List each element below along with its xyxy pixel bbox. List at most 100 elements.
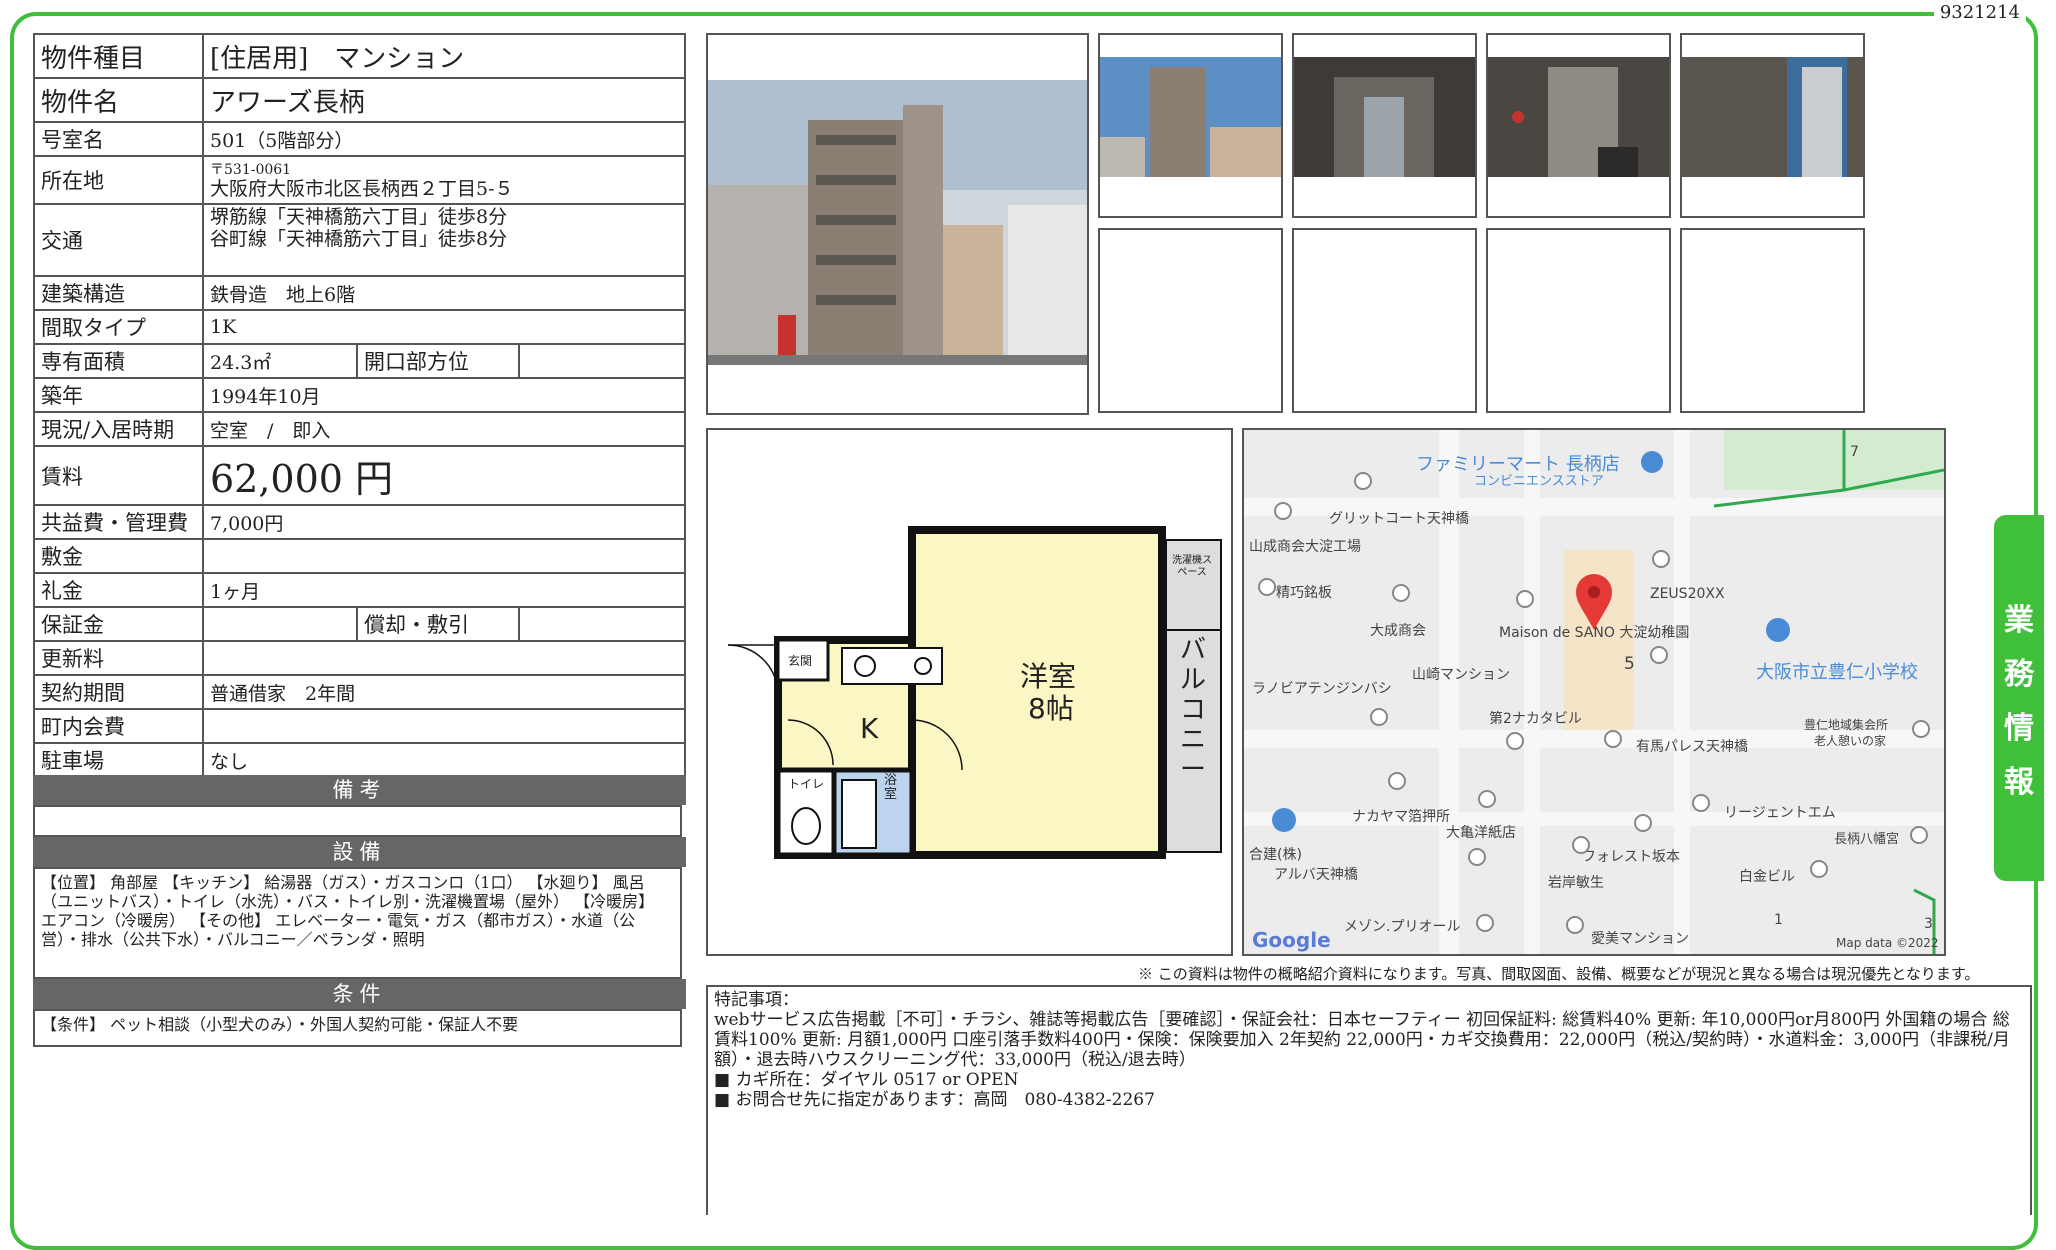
- access-line: 堺筋線「天神橋筋六丁目」徒歩8分: [210, 206, 508, 228]
- guarantee-label: 保証金: [33, 606, 204, 642]
- toilet-label: トイレ: [788, 777, 825, 791]
- entrance-label: 玄関: [788, 654, 813, 668]
- map-pin-icon: [1392, 584, 1410, 602]
- structure-value: 鉄骨造 地上6階: [202, 275, 686, 311]
- thumbnail-photo[interactable]: [1486, 33, 1671, 218]
- map-pin-icon: [1634, 814, 1652, 832]
- parking-value: なし: [202, 742, 686, 778]
- map-attribution: Map data ©2022: [1836, 936, 1939, 950]
- rent-label: 賃料: [33, 445, 204, 506]
- area-value: 24.3㎡: [202, 343, 358, 379]
- map-label: 豊仁地域集会所: [1804, 718, 1889, 732]
- town-fee-label: 町内会費: [33, 708, 204, 744]
- map-label: 長柄八幡宮: [1834, 832, 1900, 847]
- main-building-photo[interactable]: [706, 33, 1089, 415]
- rent-value: 62,000 円: [202, 445, 686, 506]
- access-label: 交通: [33, 203, 204, 277]
- map-pin-icon: [1912, 720, 1930, 738]
- amortization-value: [518, 606, 686, 642]
- thumbnail-photo[interactable]: [1680, 33, 1865, 218]
- fee-value: 7,000円: [202, 504, 686, 540]
- business-info-tab[interactable]: 業 務 情 報: [1994, 515, 2044, 881]
- town-fee-value: [202, 708, 686, 744]
- name-label: 物件名: [33, 77, 204, 123]
- amortization-label: 償却・敷引: [356, 606, 520, 642]
- map-pin-icon: [1370, 708, 1388, 726]
- thumbnail-elevator: [1682, 57, 1863, 177]
- map-pin-icon: [1650, 646, 1668, 664]
- map-label: ZEUS20XX: [1650, 586, 1725, 602]
- map-pin-icon: [1388, 772, 1406, 790]
- map-label: リージェントエム: [1724, 805, 1836, 821]
- thumbnail-corridor: [1488, 57, 1669, 177]
- map-pin-icon: [1478, 790, 1496, 808]
- deposit-value: [202, 538, 686, 574]
- tab-char: 情: [2004, 711, 2034, 746]
- property-info-table: 物件種目 [住居用] マンション 物件名 アワーズ長柄 号室名 501（5階部分） 所…: [33, 33, 686, 778]
- room-label: 号室名: [33, 121, 204, 157]
- floor-plan-drawing: [727, 526, 1222, 859]
- equipment-text: 【位置】 角部屋 【キッチン】 給湯器（ガス）・ガスコンロ（1口） 【水廻り】 …: [33, 867, 682, 979]
- address-cell: 〒531-0061 大阪府大阪市北区長柄西２丁目5-５: [202, 155, 686, 205]
- map-label: 大亀洋紙店: [1446, 825, 1516, 841]
- fee-label: 共益費・管理費: [33, 504, 204, 540]
- balcony-label: バルコニー: [1180, 635, 1207, 785]
- map-label: 愛美マンション: [1591, 931, 1689, 947]
- thumbnail-photo[interactable]: [1292, 33, 1477, 218]
- map-label: メゾン.プリオール: [1344, 919, 1461, 935]
- layout-value: 1K: [202, 309, 686, 345]
- map-pin-icon: [1566, 916, 1584, 934]
- map-label: 精巧銘板: [1276, 585, 1332, 601]
- map-label: 有馬パレス天神橋: [1636, 739, 1748, 755]
- empty-photo-slot: [1486, 228, 1671, 413]
- map-label: 山崎マンション: [1412, 667, 1510, 683]
- map-label: 老人憩いの家: [1814, 734, 1887, 748]
- map-pin-icon: [1810, 860, 1828, 878]
- renewal-label: 更新料: [33, 640, 204, 676]
- key-money-value: 1ヶ月: [202, 572, 686, 608]
- section-remarks-header: 備考: [33, 775, 686, 805]
- guarantee-value: [202, 606, 358, 642]
- map-pin-icon: [1516, 590, 1534, 608]
- tab-char: 業: [2004, 603, 2034, 638]
- tab-char: 報: [2004, 765, 2034, 800]
- map-label: 白金ビル: [1739, 869, 1795, 885]
- map-label: フォレスト坂本: [1582, 849, 1680, 865]
- location-map[interactable]: ファミリーマート 長柄店 コンビニエンスストア グリットコート天神橋 山成商会大…: [1242, 428, 1946, 956]
- map-label: 第2ナカタビル: [1489, 711, 1582, 727]
- map-label: Maison de SANO 大淀幼稚園: [1499, 625, 1690, 641]
- map-pin-icon: [1910, 826, 1928, 844]
- map-label: 岩岸敏生: [1548, 875, 1604, 891]
- map-label: 1: [1774, 912, 1783, 928]
- map-pin-icon: [1274, 502, 1292, 520]
- thumbnail-photo[interactable]: [1098, 33, 1283, 218]
- map-pin-icon: [1258, 578, 1276, 596]
- name-value: アワーズ長柄: [202, 77, 686, 123]
- remarks-line: webサービス広告掲載［不可］・チラシ、雑誌等掲載広告［要確認］・保証会社：日本…: [714, 1010, 2010, 1070]
- map-pin-icon: [1692, 794, 1710, 812]
- map-label: 合建(株): [1249, 847, 1302, 863]
- map-label: 大成商会: [1370, 623, 1426, 639]
- floor-plan[interactable]: 洋室 8帖 K 玄関 トイレ 浴室 洗濯機スペース バルコニー: [706, 428, 1233, 956]
- map-label: ラノビアテンジンバシ: [1252, 681, 1392, 697]
- type-value: [住居用] マンション: [202, 33, 686, 79]
- map-pin-icon: [1604, 730, 1622, 748]
- map-label: ナカヤマ箔押所: [1352, 809, 1450, 825]
- room-size-label: 8帖: [1028, 692, 1074, 725]
- remarks-line: ■ お問合せ先に指定があります：高岡 080-4382-2267: [714, 1090, 1155, 1110]
- building-photo-image: [708, 80, 1087, 365]
- map-label: 7: [1850, 444, 1859, 460]
- map-label: 大阪市立豊仁小学校: [1756, 662, 1918, 683]
- direction-label: 開口部方位: [356, 343, 520, 379]
- conditions-text: 【条件】 ペット相談（小型犬のみ）・外国人契約可能・保証人不要: [33, 1009, 682, 1047]
- section-conditions-header: 条件: [33, 979, 686, 1009]
- map-label: 3: [1924, 916, 1933, 932]
- special-remarks: 特記事項： webサービス広告掲載［不可］・チラシ、雑誌等掲載広告［要確認］・保…: [706, 985, 2032, 1215]
- map-pin-icon: [1572, 836, 1590, 854]
- tab-char: 務: [2004, 657, 2034, 692]
- renewal-value: [202, 640, 686, 676]
- map-label: グリットコート天神橋: [1329, 511, 1469, 527]
- access-cell: 堺筋線「天神橋筋六丁目」徒歩8分 谷町線「天神橋筋六丁目」徒歩8分: [202, 203, 686, 277]
- contract-value: 普通借家 2年間: [202, 674, 686, 710]
- built-label: 築年: [33, 377, 204, 413]
